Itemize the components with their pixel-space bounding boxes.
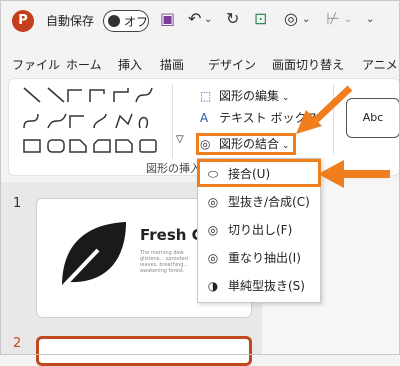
- merge-shapes-qa-icon[interactable]: ◎: [284, 9, 298, 28]
- line-shape-icon: [23, 87, 41, 103]
- edit-shape-icon: ⬚: [200, 89, 212, 103]
- combine-item[interactable]: ◎ 型抜き/合成(C): [204, 191, 316, 213]
- freeform-icon: [93, 113, 107, 129]
- curved-connector-icon: [135, 87, 153, 103]
- text-box-icon: A: [200, 111, 209, 125]
- undo-dropdown-icon[interactable]: ⌄: [204, 14, 212, 25]
- shapes-gallery[interactable]: [18, 84, 174, 158]
- shape-style-preview[interactable]: Abc: [346, 98, 400, 138]
- toggle-knob: [108, 15, 120, 27]
- intersect-label: 重なり抽出(I): [228, 251, 301, 265]
- slide-subtitle: The morning dew glistens... sprouted lea…: [140, 250, 189, 274]
- fragment-icon: ◎: [207, 223, 219, 237]
- slide-number-2: 2: [13, 336, 22, 351]
- save-icon[interactable]: ▣: [160, 9, 175, 28]
- scribble-icon: [115, 113, 133, 129]
- slide-title: Fresh G: [140, 226, 204, 244]
- presentation-icon[interactable]: ⊡: [254, 9, 267, 28]
- elbow-arrow-connector-icon: [89, 89, 105, 102]
- powerpoint-logo-icon: P: [12, 10, 34, 32]
- title-bar: P 自動保存 オフ ▣ ↶ ⌄ ↻ ⊡ ◎ ⌄ ⊬ ⌄ ⌄: [0, 0, 400, 44]
- intersect-icon: ◎: [207, 251, 219, 265]
- tab-draw[interactable]: 描画: [160, 56, 184, 73]
- crop-icon[interactable]: ⊬: [326, 9, 340, 28]
- redo-icon[interactable]: ↻: [226, 9, 239, 28]
- intersect-item[interactable]: ◎ 重なり抽出(I): [204, 247, 316, 269]
- elbow-shape-icon: [69, 115, 84, 128]
- tab-home[interactable]: ホーム: [66, 56, 102, 73]
- curve-shape-icon: [23, 113, 39, 129]
- loop-icon: [138, 116, 149, 129]
- fragment-label: 切り出し(F): [228, 223, 293, 237]
- edit-shape-button[interactable]: ⬚ 図形の編集 ⌄: [200, 86, 289, 106]
- rectangle-shape-icon: [23, 139, 41, 153]
- fragment-item[interactable]: ◎ 切り出し(F): [204, 219, 316, 241]
- gallery-expand-icon[interactable]: ▽: [176, 134, 184, 145]
- combine-label: 型抜き/合成(C): [228, 195, 310, 209]
- elbow-double-arrow-icon: [113, 88, 129, 102]
- autosave-state: オフ: [124, 15, 149, 29]
- snip-corner-rectangle-icon: [93, 139, 111, 153]
- union-item-highlight: [197, 159, 321, 187]
- curved-arrow-icon: [47, 113, 67, 129]
- tab-file[interactable]: ファイル: [12, 56, 60, 73]
- rounded-rectangle-shape-icon: [47, 139, 65, 153]
- insert-shapes-group-label: 図形の挿入: [146, 162, 201, 175]
- arrow-line-shape-icon: [47, 87, 65, 103]
- gallery-scroll-button[interactable]: ▽: [172, 84, 190, 158]
- tab-design[interactable]: デザイン: [208, 56, 256, 73]
- undo-icon[interactable]: ↶: [188, 9, 201, 28]
- subtract-label: 単純型抜き(S): [228, 279, 305, 293]
- rounded-single-corner-icon: [139, 139, 157, 153]
- tab-transitions[interactable]: 画面切り替え: [272, 56, 344, 73]
- autosave-toggle[interactable]: オフ: [103, 10, 149, 32]
- autosave-label: 自動保存: [46, 14, 95, 28]
- subtract-icon: ◑: [207, 279, 219, 293]
- slide-number-1: 1: [13, 196, 22, 211]
- round-corner-rectangle-icon: [115, 139, 133, 153]
- slide-thumbnail-2[interactable]: [36, 336, 252, 366]
- elbow-connector-icon: [67, 89, 82, 102]
- customize-qa-icon[interactable]: ⌄: [366, 14, 374, 25]
- callout-arrow-icon: [318, 160, 390, 188]
- subtract-item[interactable]: ◑ 単純型抜き(S): [204, 275, 316, 297]
- crop-dropdown-icon[interactable]: ⌄: [344, 14, 352, 25]
- tab-insert[interactable]: 挿入: [118, 56, 142, 73]
- combine-icon: ◎: [207, 195, 219, 209]
- edit-shape-label: 図形の編集: [219, 89, 280, 103]
- merge-shapes-highlight: [196, 133, 296, 155]
- snip-rectangle-icon: [69, 139, 87, 153]
- leaf-icon: [58, 222, 126, 292]
- callout-arrow-icon: [296, 85, 352, 134]
- merge-dropdown-icon[interactable]: ⌄: [302, 14, 310, 25]
- ribbon-tabs: ファイル ホーム 挿入 描画 デザイン 画面切り替え アニメー: [0, 52, 400, 89]
